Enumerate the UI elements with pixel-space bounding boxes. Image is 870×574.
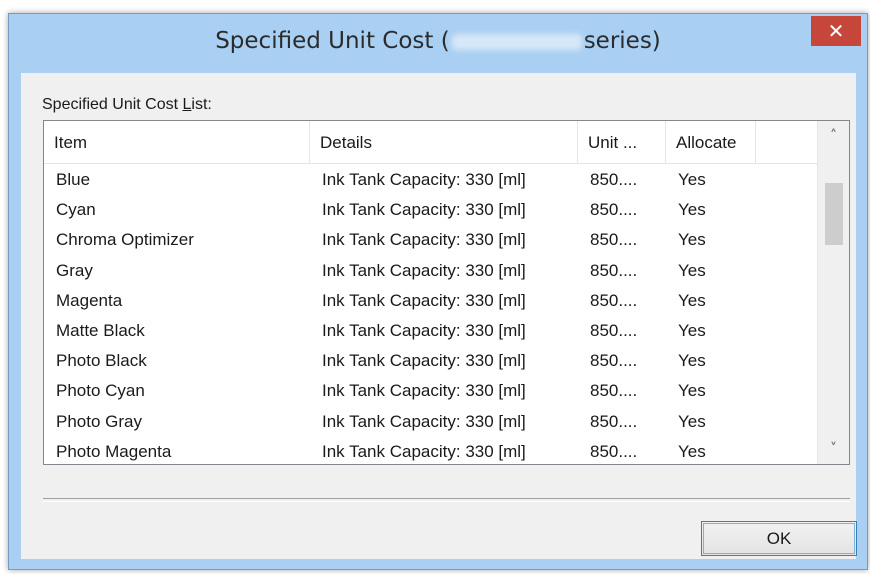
cell-item: Matte Black [56, 320, 145, 340]
cell-allocate: Yes [678, 170, 706, 189]
cell-details: Ink Tank Capacity: 330 [ml] [322, 351, 526, 371]
unit-cost-list[interactable]: Item Details Unit ... Allocate Blue Ink … [43, 120, 850, 465]
list-label-after: ist: [191, 96, 212, 113]
column-header-details[interactable]: Details [310, 121, 578, 163]
list-label: Specified Unit Cost List: [42, 96, 212, 114]
cell-details: Ink Tank Capacity: 330 [ml] [322, 230, 526, 250]
separator-line [43, 498, 850, 502]
cell-allocate: Yes [678, 381, 706, 401]
vertical-scrollbar[interactable]: ˄ ˅ [817, 121, 849, 464]
title-prefix: Specified Unit Cost ( [215, 28, 450, 54]
cell-item: Chroma Optimizer [56, 230, 194, 250]
cell-allocate: Yes [678, 320, 706, 340]
cell-item: Photo Cyan [56, 381, 145, 401]
table-row[interactable]: Photo Black Ink Tank Capacity: 330 [ml] … [44, 344, 818, 374]
table-row[interactable]: Chroma Optimizer Ink Tank Capacity: 330 … [44, 223, 818, 253]
cell-allocate: Yes [678, 260, 706, 280]
cell-details: Ink Tank Capacity: 330 [ml] [322, 170, 526, 189]
redacted-model-name [451, 33, 582, 50]
cell-unit: 850.... [590, 260, 638, 280]
cell-unit: 850.... [590, 230, 638, 250]
cell-item: Magenta [56, 290, 123, 310]
cell-unit: 850.... [590, 351, 638, 371]
cell-item: Photo Magenta [56, 441, 172, 461]
cell-details: Ink Tank Capacity: 330 [ml] [322, 441, 526, 461]
cell-allocate: Yes [678, 230, 706, 250]
cell-item: Photo Gray [56, 411, 142, 431]
scroll-up-arrow-icon[interactable]: ˄ [818, 121, 849, 151]
title-suffix: series) [583, 28, 661, 54]
scroll-down-arrow-icon[interactable]: ˅ [818, 434, 849, 464]
cell-unit: 850.... [590, 290, 638, 310]
table-row[interactable]: Blue Ink Tank Capacity: 330 [ml] 850....… [44, 163, 818, 193]
cell-item: Cyan [56, 200, 96, 220]
window-title: Specified Unit Cost ( series) [9, 28, 867, 54]
title-bar[interactable]: Specified Unit Cost ( series) ✕ [9, 14, 867, 72]
table-row[interactable]: Photo Gray Ink Tank Capacity: 330 [ml] 8… [44, 405, 818, 435]
cell-item: Blue [56, 170, 91, 189]
cell-details: Ink Tank Capacity: 330 [ml] [322, 411, 526, 431]
column-header-item[interactable]: Item [44, 121, 310, 163]
table-row[interactable]: Photo Cyan Ink Tank Capacity: 330 [ml] 8… [44, 374, 818, 404]
cell-details: Ink Tank Capacity: 330 [ml] [322, 381, 526, 401]
list-rows: Blue Ink Tank Capacity: 330 [ml] 850....… [44, 163, 818, 464]
cell-details: Ink Tank Capacity: 330 [ml] [322, 290, 526, 310]
ok-button[interactable]: OK [701, 521, 857, 556]
cell-unit: 850.... [590, 320, 638, 340]
cell-allocate: Yes [678, 411, 706, 431]
scrollbar-thumb[interactable] [825, 183, 843, 245]
cell-details: Ink Tank Capacity: 330 [ml] [322, 200, 526, 220]
table-row[interactable]: Photo Magenta Ink Tank Capacity: 330 [ml… [44, 435, 818, 464]
cell-unit: 850.... [590, 200, 638, 220]
cell-allocate: Yes [678, 290, 706, 310]
close-button[interactable]: ✕ [811, 16, 861, 46]
cell-allocate: Yes [678, 441, 706, 461]
table-row[interactable]: Gray Ink Tank Capacity: 330 [ml] 850....… [44, 254, 818, 284]
cell-unit: 850.... [590, 170, 638, 189]
column-header-unit[interactable]: Unit ... [578, 121, 666, 163]
cell-details: Ink Tank Capacity: 330 [ml] [322, 320, 526, 340]
cell-item: Gray [56, 260, 93, 280]
dialog-window: Specified Unit Cost ( series) ✕ Specified… [8, 13, 868, 570]
column-header-allocate[interactable]: Allocate [666, 121, 756, 163]
cell-unit: 850.... [590, 411, 638, 431]
table-row[interactable]: Matte Black Ink Tank Capacity: 330 [ml] … [44, 314, 818, 344]
table-row[interactable]: Cyan Ink Tank Capacity: 330 [ml] 850....… [44, 193, 818, 223]
table-row[interactable]: Magenta Ink Tank Capacity: 330 [ml] 850.… [44, 284, 818, 314]
list-header: Item Details Unit ... Allocate [44, 121, 818, 164]
cell-item: Photo Black [56, 351, 147, 371]
cell-unit: 850.... [590, 441, 638, 461]
cell-allocate: Yes [678, 200, 706, 220]
cell-unit: 850.... [590, 381, 638, 401]
list-label-before: Specified Unit Cost [42, 96, 183, 113]
dialog-client-area: Specified Unit Cost List: Item Details U… [21, 73, 857, 559]
cell-details: Ink Tank Capacity: 330 [ml] [322, 260, 526, 280]
cell-allocate: Yes [678, 351, 706, 371]
close-icon: ✕ [827, 19, 845, 43]
